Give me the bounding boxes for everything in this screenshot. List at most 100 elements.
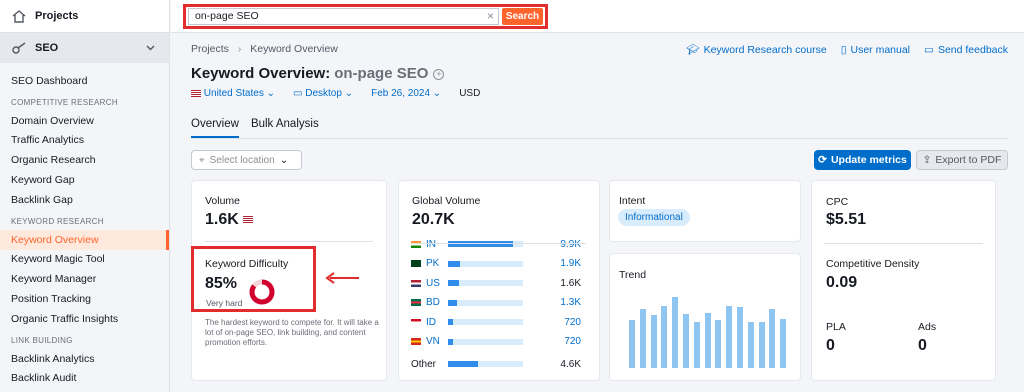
update-metrics-button[interactable]: ⟳ Update metrics (814, 150, 911, 170)
tab-overview[interactable]: Overview (191, 118, 239, 138)
global-volume-divider (412, 243, 586, 244)
page-title-label: Keyword Overview: (191, 65, 331, 82)
density-value: 0.09 (826, 274, 858, 291)
feedback-link[interactable]: ▭ Send feedback (924, 43, 1008, 56)
intent-label: Intent (619, 195, 646, 207)
kd-description: The hardest keyword to compete for. It w… (205, 318, 379, 347)
country-filter[interactable]: United States ⌄ (191, 88, 275, 99)
sidebar-item-organic-research[interactable]: Organic Research (0, 150, 169, 170)
trend-bar (780, 318, 787, 368)
country-volume[interactable]: 1.9K (541, 258, 581, 269)
sidebar-seo-label: SEO (35, 42, 59, 54)
sidebar-item-seo-dashboard[interactable]: SEO Dashboard (0, 71, 169, 91)
sidebar-item-keyword-gap[interactable]: Keyword Gap (0, 170, 169, 190)
export-pdf-button[interactable]: ⇪ Export to PDF (916, 150, 1008, 170)
volume-share-bar (448, 280, 523, 286)
flag-icon (411, 338, 421, 345)
sidebar-item-organic-traffic-insights[interactable]: Organic Traffic Insights (0, 309, 169, 329)
refresh-icon: ⟳ (818, 154, 827, 166)
sidebar-item-backlink-audit[interactable]: Backlink Audit (0, 369, 169, 389)
volume-share-fill (448, 361, 478, 367)
global-volume-row: IN 9.9K (411, 237, 581, 251)
export-pdf-label: Export to PDF (935, 154, 1002, 166)
country-volume[interactable]: 1.3K (541, 297, 581, 308)
chat-icon: ▭ (924, 43, 934, 56)
sidebar-item-backlink-gap[interactable]: Backlink Gap (0, 190, 169, 210)
volume-share-bar (448, 241, 523, 247)
global-volume-value: 20.7K (412, 211, 455, 228)
country-volume[interactable]: 720 (541, 317, 581, 328)
global-volume-row: VN 720 (411, 335, 581, 349)
manual-link[interactable]: ▯ User manual (841, 43, 910, 56)
sidebar-item-keyword-manager[interactable]: Keyword Manager (0, 269, 169, 289)
trend-bar (650, 314, 657, 368)
sidebar-item-keyword-overview[interactable]: Keyword Overview (0, 229, 169, 250)
sidebar-seo[interactable]: SEO (0, 33, 169, 63)
us-flag-icon (191, 89, 201, 97)
sidebar-item-backlink-analytics[interactable]: Backlink Analytics (0, 349, 169, 369)
trend-bar (629, 320, 635, 368)
home-icon (12, 10, 26, 23)
search-button[interactable]: Search (502, 8, 543, 25)
tabs: Overview Bulk Analysis (191, 118, 319, 138)
breadcrumb-root[interactable]: Projects (191, 43, 229, 55)
filters: United States ⌄ ▭ Desktop ⌄ Feb 26, 2024… (191, 88, 480, 99)
breadcrumb-separator-icon: › (237, 43, 242, 55)
search-input[interactable]: on-page SEO × (188, 8, 499, 25)
trend-bar (758, 322, 765, 368)
main-content: Projects › Keyword Overview 🎓︎ Keyword Re… (171, 34, 1024, 392)
global-volume-row: Other 4.6K (411, 357, 581, 371)
book-icon: ▯ (840, 43, 847, 56)
chevron-down-icon (146, 45, 155, 51)
desktop-icon: ▭ (293, 88, 303, 99)
country-code: VN (426, 336, 440, 347)
search-highlight: on-page SEO × Search (183, 4, 548, 29)
trend-bar (683, 314, 689, 368)
cpc-value: $5.51 (826, 211, 867, 228)
tab-divider (191, 138, 1008, 139)
cpc-card: CPC $5.51 Competitive Density 0.09 PLA 0… (811, 180, 996, 381)
sidebar: Projects SEO SEO Dashboard COMPETITIVE R… (0, 0, 170, 392)
pla-value: 0 (826, 337, 835, 354)
location-select[interactable]: ⌖ Select location ⌄ (191, 150, 302, 170)
sidebar-projects[interactable]: Projects (0, 0, 169, 33)
update-metrics-label: Update metrics (830, 154, 907, 166)
date-filter[interactable]: Feb 26, 2024 ⌄ (371, 88, 441, 99)
sidebar-item-position-tracking[interactable]: Position Tracking (0, 289, 169, 309)
sidebar-projects-label: Projects (35, 10, 79, 22)
page-title: Keyword Overview: on-page SEO + (191, 65, 445, 82)
country-volume[interactable]: 9.9K (541, 239, 581, 250)
volume-value: 1.6K (205, 211, 254, 229)
country-volume[interactable]: 720 (541, 336, 581, 347)
sidebar-item-traffic-analytics[interactable]: Traffic Analytics (0, 131, 169, 151)
currency-label: USD (459, 88, 481, 99)
trend-bar (726, 305, 733, 368)
pla-label: PLA (826, 321, 846, 333)
arrow-left-icon (325, 272, 359, 284)
device-filter[interactable]: ▭ Desktop ⌄ (293, 88, 353, 99)
trend-bar (693, 322, 700, 368)
sidebar-item-domain-overview[interactable]: Domain Overview (0, 111, 169, 131)
country-filter-label: United States (203, 88, 264, 99)
breadcrumb-current: Keyword Overview (250, 43, 338, 55)
us-flag-icon (243, 216, 254, 224)
volume-share-bar (448, 299, 523, 306)
search-input-value: on-page SEO (195, 10, 259, 22)
sidebar-item-keyword-magic-tool[interactable]: Keyword Magic Tool (0, 250, 169, 270)
clear-icon[interactable]: × (487, 9, 494, 24)
volume-share-fill (448, 241, 514, 247)
intent-badge: Informational (618, 209, 690, 226)
seo-icon (12, 42, 26, 54)
ads-value: 0 (918, 337, 927, 354)
global-volume-row: PK 1.9K (411, 257, 581, 271)
course-link[interactable]: 🎓︎ Keyword Research course (686, 43, 826, 57)
global-volume-row: BD 1.3K (411, 296, 581, 310)
trend-bar (639, 308, 646, 368)
trend-bar (661, 305, 668, 368)
country-code: ID (426, 316, 436, 328)
volume-share-fill (448, 338, 453, 345)
sidebar-section-title: COMPETITIVE RESEARCH (11, 97, 118, 107)
tab-bulk-analysis[interactable]: Bulk Analysis (251, 118, 319, 138)
page-title-keyword: on-page SEO (334, 65, 429, 82)
add-icon[interactable]: + (433, 68, 445, 80)
